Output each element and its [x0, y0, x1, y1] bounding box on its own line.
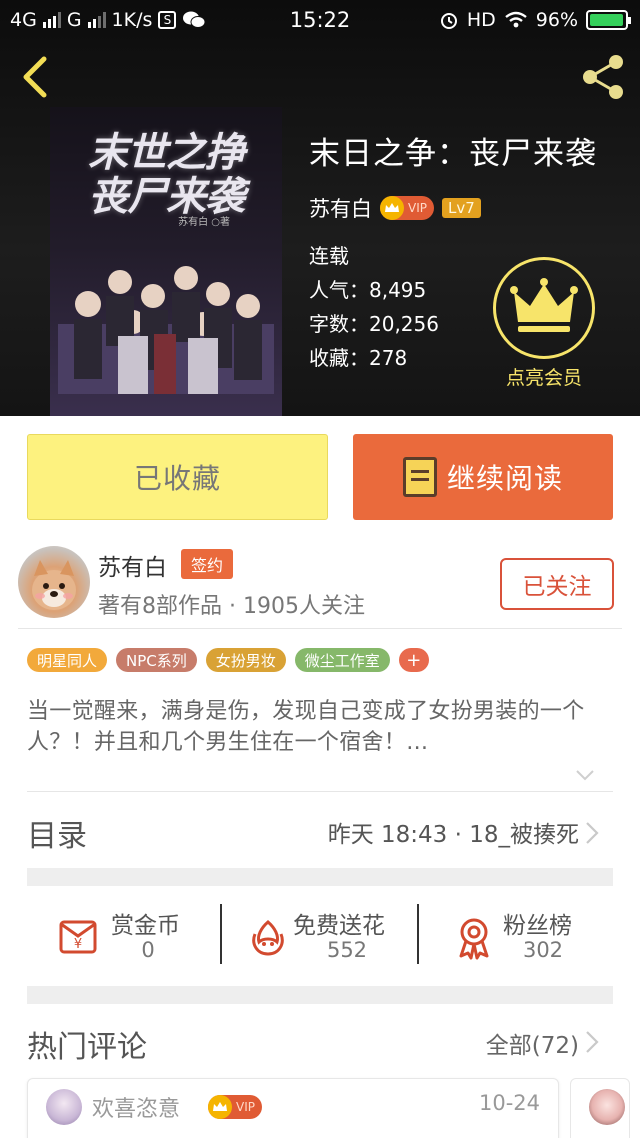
table-of-contents-row[interactable]: 目录 昨天 18:43 · 18_被揍死 — [27, 799, 613, 869]
stat-value: 0 — [141, 938, 155, 962]
vip-badge: VIP — [380, 196, 434, 220]
all-comments-link[interactable]: 全部(72) — [486, 1026, 579, 1060]
book-detail-content: 已收藏 继续阅读 苏有白 签约 著有8部作品 · 1905人关注 已关注 明星同… — [0, 416, 640, 1138]
vip-label: VIP — [408, 201, 427, 215]
hd-label: HD — [466, 9, 496, 31]
flower-icon — [252, 920, 284, 956]
stat-label: 赏金币 — [111, 913, 180, 939]
cover-people-illustration — [58, 266, 274, 394]
chevron-down-icon[interactable] — [575, 768, 595, 782]
author-avatar[interactable] — [18, 546, 90, 618]
svg-text:¥: ¥ — [74, 937, 82, 952]
ribbon-medal-icon — [459, 918, 489, 960]
followed-button[interactable]: 已关注 — [500, 558, 614, 610]
divider — [417, 904, 419, 964]
chevron-right-icon — [586, 1031, 599, 1053]
commenter-name[interactable]: 欢喜恣意 — [92, 1091, 180, 1123]
continue-reading-label: 继续阅读 — [446, 462, 563, 495]
book-description[interactable]: 当一觉醒来，满身是伤，发现自己变成了女扮男装的一个人？！并且和几个男生住在一个宿… — [27, 696, 617, 758]
share-icon[interactable] — [578, 52, 628, 102]
tag-chip[interactable]: NPC系列 — [116, 648, 197, 672]
book-header: 4G G 1K/s S 15:22 HD 96% 末世之挣 丧尸来袭 苏有白 ○… — [0, 0, 640, 416]
author-name[interactable]: 苏有白 — [98, 548, 167, 582]
tag-chip[interactable]: 明星同人 — [27, 648, 108, 672]
author-works-followers: 著有8部作品 · 1905人关注 — [98, 594, 365, 619]
crown-icon — [380, 196, 404, 220]
commenter-avatar[interactable] — [46, 1089, 82, 1125]
section-gap — [27, 868, 613, 886]
book-author[interactable]: 苏有白 — [309, 193, 372, 223]
add-tag-button[interactable]: + — [398, 648, 429, 672]
stats-row: ¥ 赏金币 0 免费送花 552 粉丝榜 302 — [27, 886, 613, 986]
level-badge: Lv7 — [441, 198, 481, 218]
crown-icon — [493, 257, 595, 359]
collected-label: 已收藏 — [133, 462, 221, 495]
tag-list: 明星同人 NPC系列 女扮男妆 微尘工作室 + — [27, 648, 429, 672]
cover-byline: 苏有白 ○著 — [178, 217, 230, 228]
reward-coins-stat[interactable]: ¥ 赏金币 0 — [55, 906, 225, 966]
fan-ranking-stat[interactable]: 粉丝榜 302 — [451, 906, 611, 966]
crown-icon — [208, 1095, 232, 1119]
status-bar: 4G G 1K/s S 15:22 HD 96% — [0, 0, 640, 42]
comment-date: 10-24 — [478, 1091, 540, 1115]
divider — [18, 628, 622, 629]
divider — [27, 791, 613, 792]
latest-chapter: 昨天 18:43 · 18_被揍死 — [327, 822, 579, 848]
comment-card[interactable] — [570, 1078, 630, 1138]
stat-label: 免费送花 — [293, 913, 385, 939]
tag-chip[interactable]: 微尘工作室 — [294, 648, 390, 672]
toc-title: 目录 — [27, 819, 87, 854]
section-gap — [27, 986, 613, 1004]
stat-value: 552 — [326, 938, 368, 962]
comment-card[interactable]: 欢喜恣意 VIP 10-24 — [27, 1078, 559, 1138]
red-envelope-icon: ¥ — [59, 920, 97, 954]
author-row[interactable]: 苏有白 签约 著有8部作品 · 1905人关注 已关注 — [18, 546, 622, 626]
member-label: 点亮会员 — [505, 367, 582, 389]
alarm-icon — [440, 13, 457, 29]
collected-button[interactable]: 已收藏 — [27, 434, 328, 520]
hot-comments-title: 热门评论 — [27, 1030, 147, 1065]
divider — [220, 904, 222, 964]
signed-badge: 签约 — [181, 549, 234, 579]
wifi-icon — [505, 11, 527, 28]
followed-label: 已关注 — [522, 574, 592, 600]
hot-comments-header[interactable]: 热门评论 全部(72) — [27, 1016, 613, 1066]
stat-value: 302 — [522, 938, 564, 962]
book-cover-image[interactable]: 末世之挣 丧尸来袭 苏有白 ○著 — [50, 107, 282, 416]
cover-title: 末世之挣 丧尸来袭 — [88, 129, 245, 220]
continue-reading-button[interactable]: 继续阅读 — [353, 434, 613, 520]
send-flower-stat[interactable]: 免费送花 552 — [245, 906, 425, 966]
member-button[interactable]: 点亮会员 — [493, 257, 595, 390]
vip-badge: VIP — [208, 1095, 262, 1119]
tag-chip[interactable]: 女扮男妆 — [205, 648, 286, 672]
vip-label: VIP — [236, 1100, 255, 1114]
back-chevron-left-icon[interactable] — [18, 55, 54, 99]
book-title: 末日之争：丧尸来袭 — [309, 136, 597, 172]
commenter-avatar[interactable] — [589, 1089, 625, 1125]
stat-label: 粉丝榜 — [503, 913, 572, 939]
book-icon — [402, 457, 437, 497]
chevron-right-icon — [586, 822, 599, 844]
battery-icon — [586, 10, 631, 30]
battery-percent: 96% — [535, 9, 578, 31]
